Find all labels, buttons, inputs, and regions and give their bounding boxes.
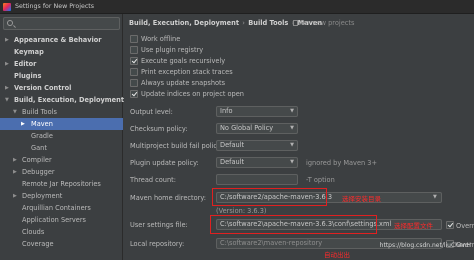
intellij-app-icon (3, 3, 11, 11)
highlight-box-maven-home (212, 188, 327, 206)
output-level-label: Output level: (130, 108, 173, 116)
annotation-auto-output: 自动出出 (324, 251, 350, 259)
annotation-select-config-file: 选择配置文件 (394, 222, 433, 230)
window-title: Settings for New Projects (15, 3, 95, 10)
thread-count-label: Thread count: (130, 176, 176, 184)
maven-version-text: (Version: 3.6.3) (216, 207, 267, 215)
maven-settings-panel: Build, Execution, Deployment › Build Too… (124, 14, 474, 260)
chevron-down-icon: ▼ (290, 142, 294, 148)
sidebar-item-appearance[interactable]: ▶ Appearance & Behavior (0, 34, 123, 46)
expand-arrow-icon[interactable]: ▶ (13, 154, 17, 166)
expand-arrow-icon[interactable]: ▶ (5, 82, 9, 94)
search-icon (7, 20, 13, 26)
watermark-text: https://blog.csdn.net/liuChenH (379, 242, 471, 249)
sidebar-item-plugins[interactable]: Plugins (0, 70, 123, 82)
sidebar-item-application-servers[interactable]: Application Servers (0, 214, 123, 226)
chevron-down-icon: ▼ (290, 108, 294, 114)
expand-arrow-icon[interactable]: ▶ (5, 58, 9, 70)
sidebar-item-arquillian-containers[interactable]: Arquillian Containers (0, 202, 123, 214)
maven-home-label: Maven home directory: (130, 194, 206, 202)
sidebar-item-build-execution-deployment[interactable]: ▼ Build, Execution, Deployment (0, 94, 124, 106)
checkbox-checked-icon[interactable] (446, 221, 454, 229)
t-option-hint: -T option (306, 176, 335, 184)
checkbox-icon[interactable] (130, 79, 138, 87)
expand-arrow-icon[interactable]: ▶ (21, 118, 25, 130)
sidebar-item-remote-jar-repositories[interactable]: Remote Jar Repositories (0, 178, 123, 190)
plugin-update-policy-label: Plugin update policy: (130, 159, 199, 167)
sidebar-item-deployment[interactable]: ▶ Deployment (0, 190, 123, 202)
user-settings-label: User settings file: (130, 221, 188, 229)
sidebar-item-gant[interactable]: Gant (0, 142, 123, 154)
sidebar-item-clouds[interactable]: Clouds (0, 226, 123, 238)
output-level-select[interactable]: Info ▼ (216, 106, 298, 117)
sidebar-item-version-control[interactable]: ▶ Version Control (0, 82, 123, 94)
maven3-ignored-hint: ignored by Maven 3+ (306, 159, 378, 167)
chevron-down-icon: ▼ (290, 125, 294, 131)
expand-arrow-icon[interactable]: ▶ (13, 190, 17, 202)
sidebar-item-debugger[interactable]: ▶ Debugger (0, 166, 123, 178)
thread-count-input[interactable] (216, 174, 298, 185)
expand-arrow-icon[interactable]: ▶ (5, 34, 9, 46)
sidebar-item-editor[interactable]: ▶ Editor (0, 58, 123, 70)
document-icon (293, 20, 298, 26)
sidebar-item-gradle[interactable]: Gradle (0, 130, 123, 142)
sidebar-item-keymap[interactable]: Keymap (0, 46, 123, 58)
sidebar-item-compiler[interactable]: ▶ Compiler (0, 154, 123, 166)
highlight-box-user-settings (210, 215, 377, 234)
fail-policy-label: Multiproject build fail policy: (130, 142, 223, 150)
collapse-arrow-icon[interactable]: ▼ (13, 106, 17, 118)
checkbox-icon[interactable] (130, 35, 138, 43)
sidebar-item-coverage[interactable]: Coverage (0, 238, 123, 250)
plugin-update-policy-select[interactable]: Default ▼ (216, 157, 298, 168)
title-bar: Settings for New Projects (0, 0, 474, 14)
checkbox-icon[interactable] (130, 68, 138, 76)
user-settings-override-checkbox[interactable]: Override (446, 220, 474, 230)
settings-search-input[interactable] (3, 17, 120, 30)
checksum-policy-select[interactable]: No Global Policy ▼ (216, 123, 298, 134)
annotation-select-install-dir: 选择安装目录 (342, 195, 381, 203)
breadcrumb: Build, Execution, Deployment › Build Too… (129, 19, 355, 27)
collapse-arrow-icon[interactable]: ▼ (5, 94, 9, 106)
sidebar-item-build-tools[interactable]: ▼ Build Tools (0, 106, 123, 118)
settings-sidebar: ▶ Appearance & Behavior Keymap ▶ Editor … (0, 14, 124, 260)
checkbox-checked-icon[interactable] (130, 57, 138, 65)
chevron-down-icon: ▼ (290, 159, 294, 165)
checkbox-icon[interactable] (130, 46, 138, 54)
sidebar-item-maven[interactable]: ▶ Maven (0, 118, 123, 130)
checkbox-checked-icon[interactable] (130, 90, 138, 98)
chevron-down-icon[interactable]: ▼ (433, 194, 437, 200)
expand-arrow-icon[interactable]: ▶ (13, 166, 17, 178)
checksum-policy-label: Checksum policy: (130, 125, 188, 133)
for-new-projects-note: For new projects (293, 19, 354, 27)
fail-policy-select[interactable]: Default ▼ (216, 140, 298, 151)
local-repository-label: Local repository: (130, 240, 185, 248)
